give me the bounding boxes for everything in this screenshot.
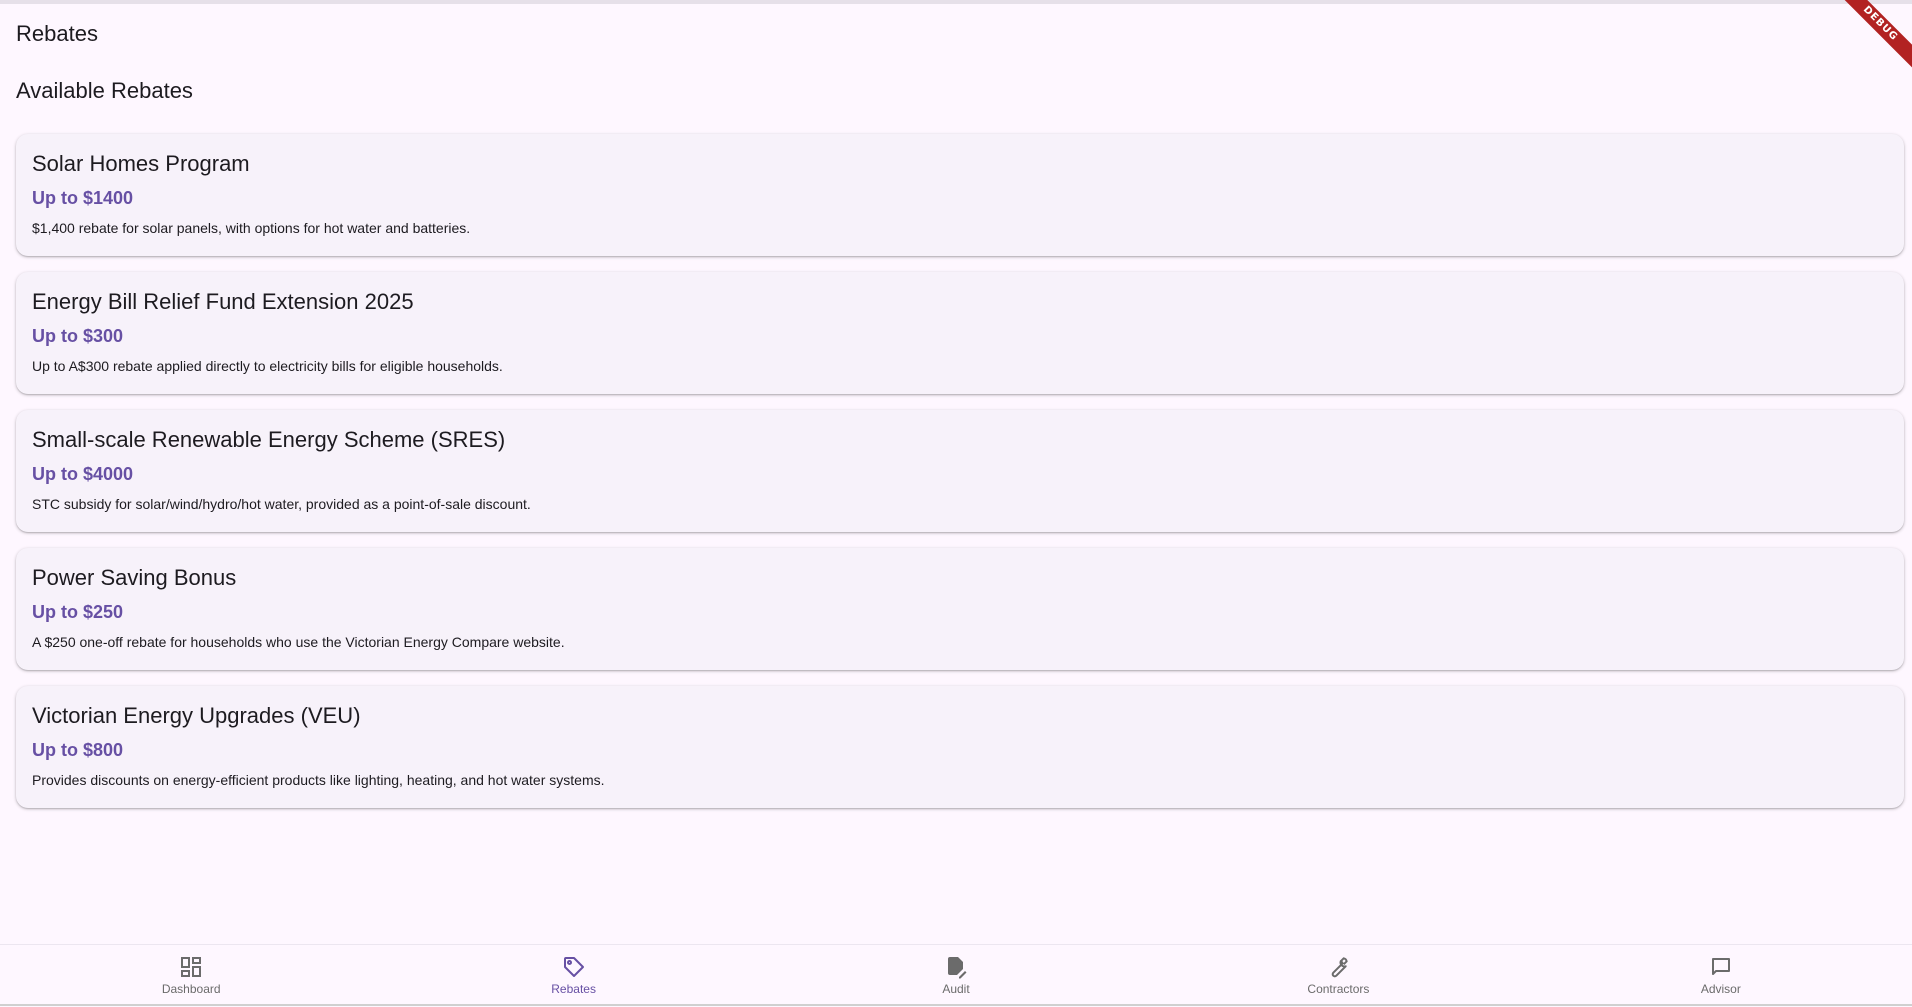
rebate-card[interactable]: Power Saving Bonus Up to $250 A $250 one… [16,548,1904,670]
rebate-description: Up to A$300 rebate applied directly to e… [32,358,503,374]
nav-item-contractors[interactable]: Contractors [1147,945,1529,1007]
rebate-list: Solar Homes Program Up to $1400 $1,400 r… [16,134,1904,824]
edit-document-icon [948,957,967,979]
rebate-title: Small-scale Renewable Energy Scheme (SRE… [32,427,506,452]
nav-item-audit[interactable]: Audit [765,945,1147,1007]
chat-icon [1711,958,1730,975]
nav-item-rebates[interactable]: Rebates [382,945,764,1007]
rebate-title: Power Saving Bonus [32,565,237,590]
rebate-amount: Up to $800 [32,740,124,760]
rebate-description: Provides discounts on energy-efficient p… [32,772,605,788]
top-divider [0,0,1912,4]
debug-banner: DEBUG [1831,0,1912,73]
nav-label: Dashboard [161,982,221,996]
rebate-title: Solar Homes Program [32,151,250,176]
rebate-card[interactable]: Victorian Energy Upgrades (VEU) Up to $8… [16,686,1904,808]
page-title: Rebates [16,21,98,46]
rebate-amount: Up to $1400 [32,188,134,208]
wrench-icon [1332,957,1349,978]
nav-label: Audit [942,982,970,996]
rebate-description: STC subsidy for solar/wind/hydro/hot wat… [32,496,531,512]
dashboard-icon [181,957,202,977]
rebate-description: A $250 one-off rebate for households who… [32,634,565,650]
rebate-card[interactable]: Solar Homes Program Up to $1400 $1,400 r… [16,134,1904,256]
nav-label: Advisor [1700,982,1741,996]
nav-item-dashboard[interactable]: Dashboard [0,945,382,1007]
rebate-card[interactable]: Energy Bill Relief Fund Extension 2025 U… [16,272,1904,394]
tag-icon [563,957,584,977]
rebate-amount: Up to $300 [32,326,124,346]
nav-label: Contractors [1307,982,1370,996]
rebate-amount: Up to $250 [32,602,124,622]
rebate-card[interactable]: Small-scale Renewable Energy Scheme (SRE… [16,410,1904,532]
nav-label: Rebates [551,982,596,996]
rebate-title: Energy Bill Relief Fund Extension 2025 [32,289,414,314]
nav-item-advisor[interactable]: Advisor [1530,945,1912,1007]
rebate-description: $1,400 rebate for solar panels, with opt… [32,220,471,236]
section-title: Available Rebates [16,78,193,103]
rebate-amount: Up to $4000 [32,464,134,484]
bottom-navigation: Dashboard Rebates Audit Contractors Advi… [0,944,1912,1007]
rebate-title: Victorian Energy Upgrades (VEU) [32,703,361,728]
